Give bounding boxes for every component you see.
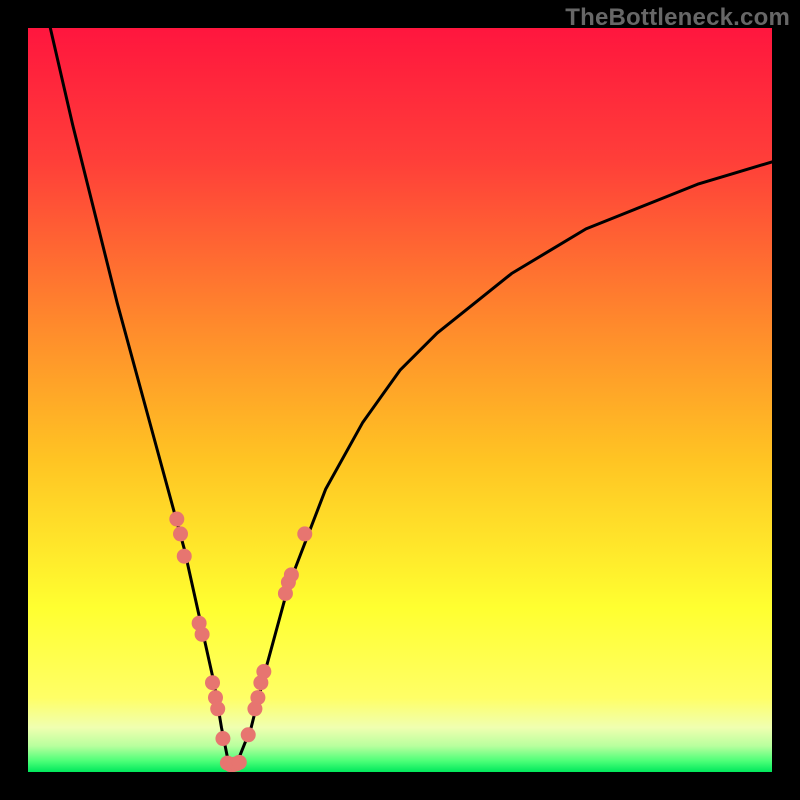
marker-dot [173, 526, 188, 541]
marker-dot [177, 549, 192, 564]
watermark-text: TheBottleneck.com [565, 4, 790, 32]
marker-dot [256, 664, 271, 679]
marker-dot [195, 627, 210, 642]
marker-dot [232, 755, 247, 770]
marker-dot [284, 567, 299, 582]
chart-svg [28, 28, 772, 772]
marker-dot [241, 727, 256, 742]
marker-dot [169, 512, 184, 527]
marker-dot [297, 526, 312, 541]
outer-frame: TheBottleneck.com [0, 0, 800, 800]
marker-dot [250, 690, 265, 705]
marker-dot [210, 701, 225, 716]
plot-area [28, 28, 772, 772]
marker-dot [215, 731, 230, 746]
marker-dot [205, 675, 220, 690]
gradient-background [28, 28, 772, 772]
